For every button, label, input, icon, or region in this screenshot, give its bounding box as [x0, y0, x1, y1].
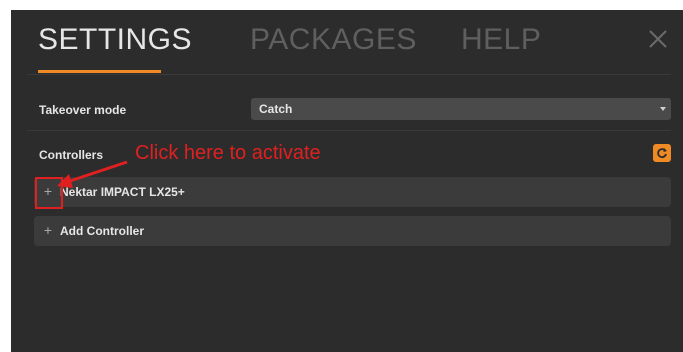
takeover-mode-value: Catch: [259, 102, 293, 116]
tab-settings[interactable]: SETTINGS: [38, 23, 192, 57]
refresh-icon: [657, 148, 667, 158]
tab-packages[interactable]: PACKAGES: [250, 23, 417, 57]
add-controller-button[interactable]: + Add Controller: [34, 216, 671, 246]
settings-window: SETTINGS PACKAGES HELP Takeover mode Cat…: [11, 10, 683, 352]
plus-icon: +: [43, 222, 53, 238]
add-controller-label: Add Controller: [60, 224, 144, 238]
close-icon[interactable]: [647, 28, 669, 50]
annotation-arrow-icon: [57, 160, 128, 188]
tab-bar: SETTINGS PACKAGES HELP: [11, 10, 683, 74]
refresh-button[interactable]: [653, 144, 671, 162]
header-divider: [27, 74, 671, 75]
active-tab-indicator: [38, 70, 161, 73]
takeover-mode-label: Takeover mode: [39, 103, 127, 117]
annotation-text: Click here to activate: [135, 142, 321, 164]
takeover-mode-select[interactable]: Catch: [251, 98, 671, 120]
tab-help[interactable]: HELP: [461, 23, 541, 57]
row-divider: [27, 130, 671, 131]
caret-down-icon: [660, 107, 666, 111]
